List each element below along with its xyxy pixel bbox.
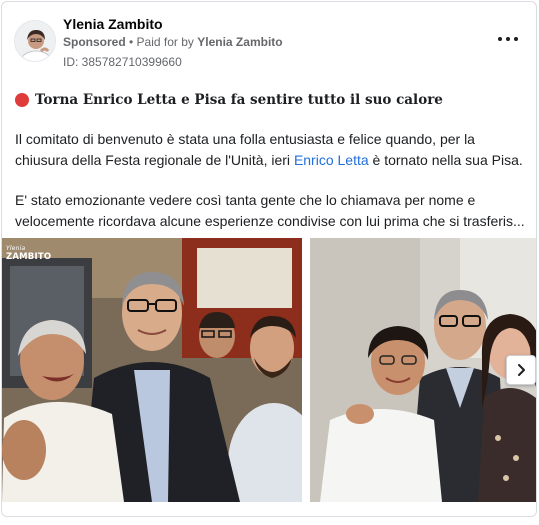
zambito-watermark: Ylenia ZAMBITO <box>6 245 52 262</box>
sponsored-line: Sponsored • Paid for by Ylenia Zambito <box>63 35 283 49</box>
body-paragraph-2: E' stato emozionante vedere così tanta g… <box>15 192 525 229</box>
more-horizontal-icon <box>498 37 502 41</box>
body-paragraph-1: Il comitato di benvenuto è stata una fol… <box>15 129 530 171</box>
carousel-photo-1[interactable]: Ylenia ZAMBITO <box>2 238 302 502</box>
ad-headline: Torna Enrico Letta e Pisa fa sentire tut… <box>15 92 530 108</box>
carousel-next-button[interactable] <box>506 355 536 385</box>
page-name[interactable]: Ylenia Zambito <box>63 16 163 32</box>
payer-name: Ylenia Zambito <box>197 35 283 49</box>
sponsored-label: Sponsored <box>63 35 126 49</box>
ad-id: ID: 385782710399660 <box>63 55 182 69</box>
carousel-photo-2[interactable] <box>310 238 536 502</box>
ad-card: Ylenia Zambito Sponsored • Paid for by Y… <box>1 1 537 517</box>
headline-text: Torna Enrico Letta e Pisa fa sentire tut… <box>35 92 443 108</box>
separator: • <box>125 35 137 49</box>
chevron-right-icon <box>518 364 525 376</box>
page-avatar[interactable] <box>14 20 56 62</box>
red-circle-icon <box>15 93 29 107</box>
paid-for-label: Paid for by <box>136 35 198 49</box>
more-options-button[interactable] <box>498 32 518 46</box>
image-carousel: Ylenia ZAMBITO <box>2 238 536 502</box>
para1-text-after: è tornato nella sua Pisa. <box>368 152 523 168</box>
enrico-letta-link[interactable]: Enrico Letta <box>294 152 369 168</box>
